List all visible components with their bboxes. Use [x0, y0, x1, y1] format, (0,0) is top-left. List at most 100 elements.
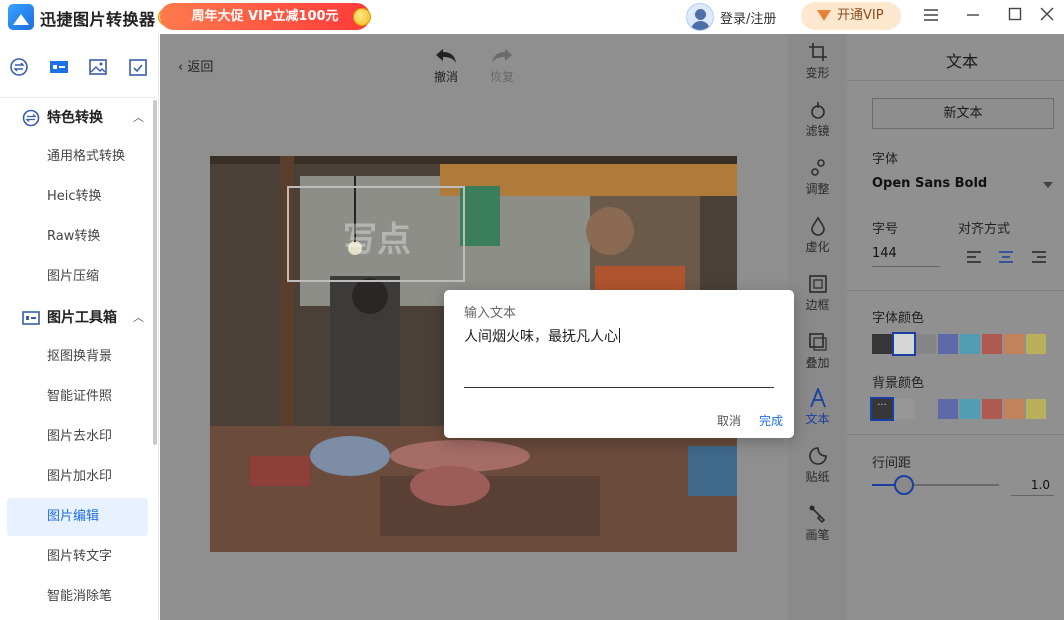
bg-color-swatch[interactable]: [1004, 399, 1024, 419]
undo-icon: [436, 49, 456, 63]
app-title: 迅捷图片转换器: [40, 10, 156, 29]
tool-label: 滤镜: [805, 124, 830, 138]
app-logo-icon: [8, 4, 34, 30]
bg-color-swatch[interactable]: [894, 399, 914, 419]
sidebar-item-image-to-text[interactable]: 图片转文字: [7, 538, 148, 576]
font-color-swatch[interactable]: [892, 332, 916, 356]
bg-color-swatch[interactable]: [982, 399, 1002, 419]
tool-label: 叠加: [805, 356, 830, 370]
divider: [847, 80, 1064, 81]
text-input[interactable]: 人间烟火味，最抚凡人心: [464, 326, 620, 346]
sidebar-item-image-edit[interactable]: 图片编辑: [7, 498, 148, 536]
checklist-icon[interactable]: [127, 56, 149, 78]
crop-icon: [808, 43, 827, 61]
open-vip-button[interactable]: 开通VIP: [801, 2, 901, 30]
text-input-value: 人间烟火味，最抚凡人心: [464, 329, 618, 345]
avatar[interactable]: [686, 3, 714, 31]
line-height-input[interactable]: 1.0: [1011, 474, 1054, 496]
convert-icon: [22, 109, 40, 127]
tool-label: 贴纸: [805, 470, 830, 484]
new-text-button[interactable]: 新文本: [872, 98, 1054, 129]
chevron-up-icon: ︿: [133, 111, 144, 124]
font-select[interactable]: Open Sans Bold: [872, 176, 987, 191]
sidebar-item-compress[interactable]: 图片压缩: [7, 258, 148, 296]
font-color-swatch[interactable]: [960, 334, 980, 354]
size-label: 字号: [872, 222, 899, 237]
sidebar-item-general-convert[interactable]: 通用格式转换: [7, 138, 148, 176]
sidebar-top-icons: [0, 34, 158, 98]
group-image-toolbox[interactable]: 图片工具箱 ︿: [0, 298, 150, 338]
bg-color-swatch[interactable]: [960, 399, 980, 419]
text-input-underline: [464, 387, 774, 388]
maximize-icon[interactable]: [1000, 2, 1030, 30]
bg-color-swatch[interactable]: [938, 399, 958, 419]
tool-label: 虚化: [805, 240, 830, 254]
font-size-input[interactable]: 144: [872, 246, 940, 267]
input-text-dialog: 输入文本 人间烟火味，最抚凡人心 取消 完成: [444, 290, 794, 438]
tool-overlay[interactable]: 叠加: [788, 332, 847, 371]
tool-transform[interactable]: 变形: [788, 42, 847, 81]
back-button[interactable]: ‹ 返回: [178, 56, 213, 75]
divider: [847, 290, 1064, 291]
tool-border[interactable]: 边框: [788, 274, 847, 313]
tool-brush[interactable]: 画笔: [788, 504, 847, 543]
adjust-icon: [810, 159, 825, 176]
divider: [847, 434, 1064, 435]
font-label: 字体: [872, 152, 899, 167]
tool-text[interactable]: 文本: [788, 388, 847, 427]
sticker-icon: [808, 447, 827, 465]
sidebar-item-smart-eraser[interactable]: 智能消除笔: [7, 578, 148, 616]
font-color-swatch[interactable]: [872, 334, 892, 354]
align-right-icon[interactable]: [1032, 251, 1046, 263]
toolbox-icon[interactable]: [48, 56, 70, 78]
convert-icon[interactable]: [8, 56, 30, 78]
minimize-icon[interactable]: [958, 2, 988, 30]
bg-color-swatch[interactable]: ···: [870, 397, 894, 421]
sidebar-item-id-photo[interactable]: 智能证件照: [7, 378, 148, 416]
align-center-icon[interactable]: [999, 251, 1013, 263]
tool-adjust[interactable]: 调整: [788, 158, 847, 197]
font-color-swatch[interactable]: [1026, 334, 1046, 354]
font-color-swatch[interactable]: [982, 334, 1002, 354]
bg-color-swatch[interactable]: [1026, 399, 1046, 419]
coin-icon: [353, 8, 371, 26]
align-label: 对齐方式: [958, 222, 1011, 237]
align-left-icon[interactable]: [967, 251, 981, 263]
sidebar-item-add-watermark[interactable]: 图片加水印: [7, 458, 148, 496]
font-color-swatch[interactable]: [916, 334, 936, 354]
font-color-swatch[interactable]: [938, 334, 958, 354]
sidebar-item-heic[interactable]: Heic转换: [7, 178, 148, 216]
tool-label: 边框: [805, 298, 830, 312]
hamburger-icon[interactable]: [916, 2, 946, 30]
cancel-button[interactable]: 取消: [717, 412, 741, 429]
tool-blur[interactable]: 虚化: [788, 216, 847, 255]
image-icon[interactable]: [87, 56, 109, 78]
overlay-icon: [808, 333, 827, 351]
text-icon: [809, 388, 826, 408]
line-height-label: 行间距: [872, 456, 912, 471]
group-label: 图片工具箱: [47, 310, 117, 326]
undo-label: 撤消: [433, 70, 458, 84]
tool-label: 调整: [805, 182, 830, 196]
close-icon[interactable]: [1032, 2, 1062, 30]
vip-diamond-icon: [817, 10, 831, 21]
font-color-label: 字体颜色: [872, 311, 925, 326]
sidebar-scrollbar[interactable]: [153, 100, 157, 445]
confirm-button[interactable]: 完成: [759, 412, 783, 429]
tool-sticker[interactable]: 贴纸: [788, 446, 847, 485]
chevron-down-icon[interactable]: [1043, 182, 1053, 188]
login-link[interactable]: 登录/注册: [720, 8, 776, 27]
sidebar-item-cutout[interactable]: 抠图换背景: [7, 338, 148, 376]
text-layer[interactable]: 写点: [343, 212, 411, 261]
line-height-slider-handle[interactable]: [894, 475, 914, 495]
droplet-icon: [810, 216, 825, 236]
font-color-swatch[interactable]: [1004, 334, 1024, 354]
redo-button[interactable]: 恢复: [482, 46, 522, 85]
tool-label: 画笔: [805, 528, 830, 542]
undo-button[interactable]: 撤消: [426, 46, 466, 85]
tool-filter[interactable]: 滤镜: [788, 100, 847, 139]
group-featured-convert[interactable]: 特色转换 ︿: [0, 98, 150, 138]
sidebar-item-raw[interactable]: Raw转换: [7, 218, 148, 256]
promo-banner[interactable]: 周年大促 VIP立减100元: [160, 3, 370, 30]
sidebar-item-remove-watermark[interactable]: 图片去水印: [7, 418, 148, 456]
